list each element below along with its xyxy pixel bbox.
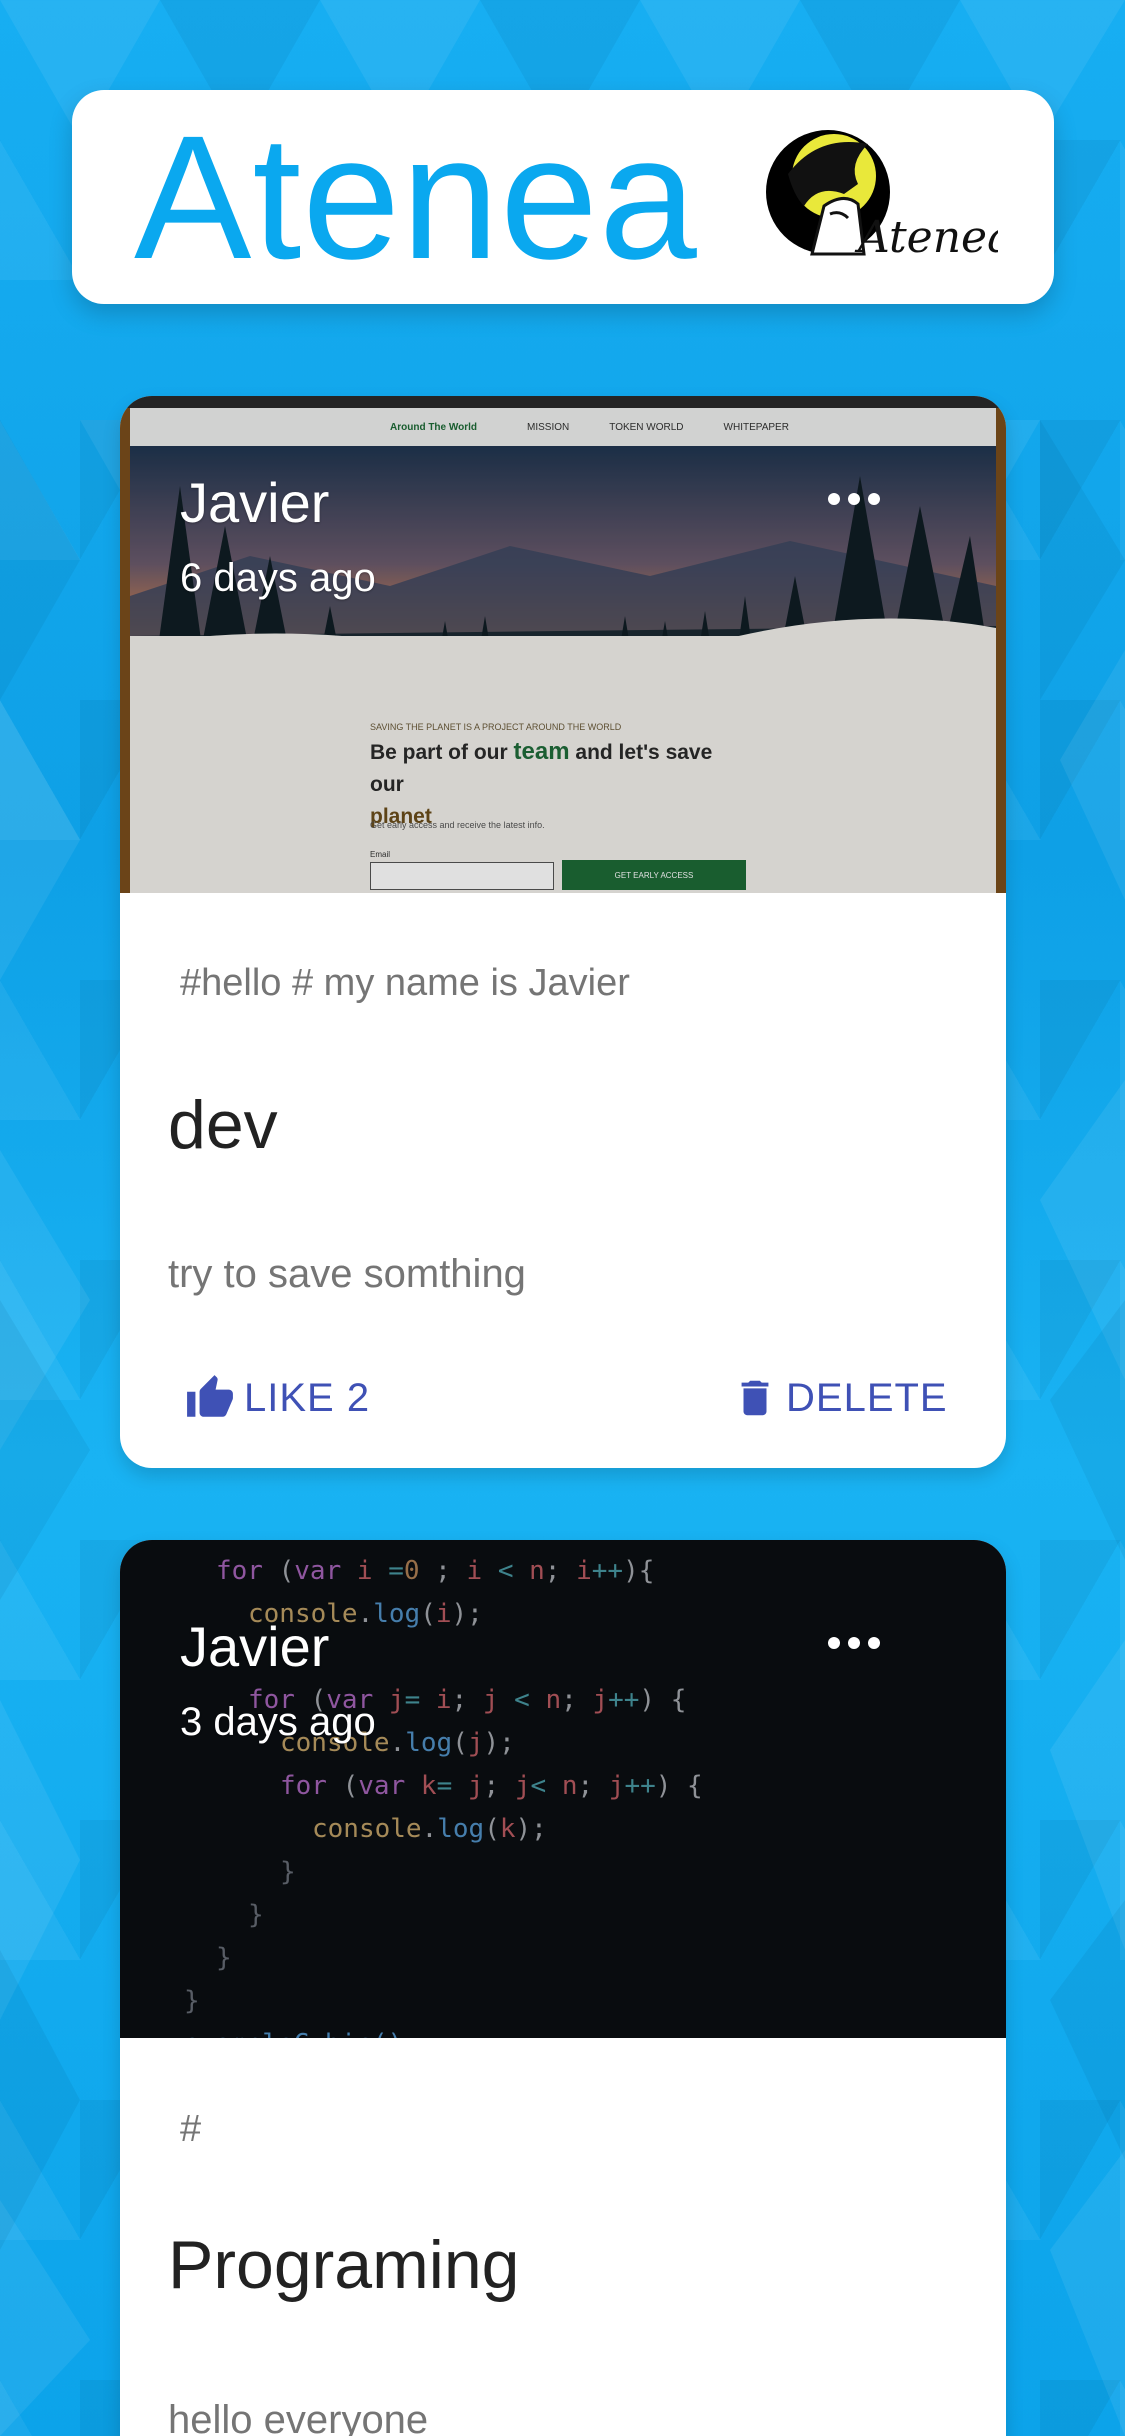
like-button[interactable]: LIKE 2 — [184, 1358, 370, 1438]
delete-button[interactable]: DELETE — [732, 1358, 948, 1438]
app-header: Atenea Atenea — [72, 90, 1054, 304]
more-options-icon[interactable] — [824, 484, 884, 514]
like-label: LIKE 2 — [244, 1375, 371, 1420]
thumb-up-icon — [187, 1375, 233, 1417]
atenea-logo: Atenea — [766, 130, 998, 263]
post-image: for (var i =0 ; i < n; i++){ console.log… — [120, 1540, 1006, 2038]
app-title: Atenea — [134, 100, 698, 296]
post-title: Programing — [168, 2227, 520, 2303]
post-body: hello everyone — [168, 2398, 429, 2436]
post-body: try to save somthing — [168, 1252, 526, 1296]
post-actions: LIKE 2 DELETE — [120, 1358, 1006, 1438]
post-author: Javier — [180, 1615, 330, 1678]
post-author: Javier — [180, 471, 330, 534]
post-tags: #hello # my name is Javier — [180, 962, 630, 1004]
post-tags: # — [180, 2108, 202, 2150]
more-options-icon[interactable] — [824, 1628, 884, 1658]
post-time: 3 days ago — [180, 1700, 376, 1744]
post-title: dev — [168, 1087, 278, 1163]
logo-text: Atenea — [854, 212, 998, 263]
post-card: for (var i =0 ; i < n; i++){ console.log… — [120, 1540, 1006, 2436]
delete-label: DELETE — [786, 1375, 948, 1420]
trash-icon — [741, 1380, 769, 1416]
post-card: Around The World MISSION TOKEN WORLD WHI… — [120, 396, 1006, 1468]
post-image: Around The World MISSION TOKEN WORLD WHI… — [120, 396, 1006, 893]
post-time: 6 days ago — [180, 556, 376, 600]
